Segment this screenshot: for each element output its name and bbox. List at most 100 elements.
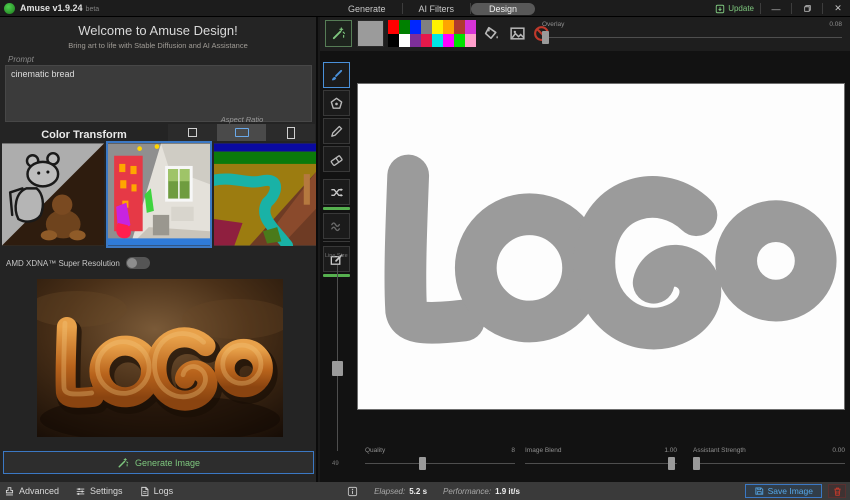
palette-swatch[interactable] (432, 34, 443, 48)
overlay-slider-label: Overlay (542, 21, 564, 28)
close-button[interactable]: ✕ (829, 2, 847, 15)
palette-swatch[interactable] (388, 20, 399, 34)
prompt-label: Prompt (8, 55, 34, 64)
palette-swatch[interactable] (443, 20, 454, 34)
toggle-knob (127, 258, 137, 268)
restore-button[interactable] (798, 2, 816, 15)
palette-swatch[interactable] (465, 34, 476, 48)
shuffle-icon (329, 185, 344, 200)
super-resolution-label: AMD XDNA™ Super Resolution (6, 259, 120, 268)
prompt-input[interactable]: cinematic bread (5, 65, 312, 122)
palette-swatch[interactable] (454, 34, 465, 48)
quality-slider[interactable]: Quality 8 (365, 447, 515, 471)
aspect-ratio-buttons (168, 124, 315, 141)
welcome-subtitle: Bring art to life with Stable Diffusion … (0, 41, 316, 50)
window-separator (791, 3, 792, 14)
elapsed-value: 5.2 s (409, 487, 427, 496)
tab-design[interactable]: Design (471, 3, 535, 15)
advanced-icon (4, 486, 15, 497)
scribble-icon (329, 219, 344, 234)
settings-button[interactable]: Settings (75, 486, 123, 497)
overlay-slider[interactable]: Overlay 0.08 (542, 21, 842, 47)
assistant-strength-slider[interactable]: Assistant Strength 0.00 (693, 447, 845, 471)
pen-tool-button[interactable] (323, 118, 350, 144)
logs-button[interactable]: Logs (139, 486, 174, 497)
eraser-tool-button[interactable] (323, 146, 350, 172)
palette-swatch[interactable] (432, 20, 443, 34)
pencil-icon (329, 124, 344, 139)
assistant-strength-value: 0.00 (832, 447, 845, 454)
quality-handle[interactable] (419, 457, 426, 470)
palette-swatch[interactable] (410, 34, 421, 48)
amuse-app-window: Amuse v1.9.24beta Generate AI Filters De… (0, 0, 850, 500)
polygon-icon (329, 96, 344, 111)
assistant-strength-handle[interactable] (693, 457, 700, 470)
quality-label: Quality (365, 447, 385, 454)
background-image-button[interactable] (506, 22, 528, 44)
palette-swatch[interactable] (410, 20, 421, 34)
bread-logo-image (37, 279, 283, 437)
palette-swatch[interactable] (421, 34, 432, 48)
tool-strip (323, 62, 350, 280)
current-color-swatch[interactable] (357, 20, 384, 47)
tab-ai-filters[interactable]: AI Filters (403, 3, 471, 15)
aspect-square-button[interactable] (168, 124, 217, 141)
shuffle-toggle-button[interactable] (323, 179, 350, 205)
aspect-portrait-button[interactable] (266, 124, 315, 141)
ai-assist-button[interactable] (325, 20, 352, 47)
window-separator (760, 3, 761, 14)
scribble-toggle-button[interactable] (323, 213, 350, 239)
performance-label: Performance: (443, 487, 491, 496)
polygon-tool-button[interactable] (323, 90, 350, 116)
brush-tool-button[interactable] (323, 62, 350, 88)
statusbar: Advanced Settings Logs Elapsed: 5.2 s Pe… (0, 482, 850, 500)
generate-image-button[interactable]: Generate Image (3, 451, 314, 474)
palette-swatch[interactable] (443, 34, 454, 48)
aspect-ratio-label: Aspect Ratio (168, 115, 316, 124)
image-icon (509, 25, 526, 42)
aspect-landscape-button[interactable] (217, 124, 266, 141)
overlay-slider-value: 0.08 (829, 21, 842, 28)
titlebar-right: Update — ✕ (715, 0, 847, 17)
teddy-sketch-vs-photo-image (2, 143, 104, 246)
minimize-button[interactable]: — (767, 2, 785, 15)
left-panel: Welcome to Amuse Design! Bring art to li… (0, 17, 318, 482)
tab-generate[interactable]: Generate (332, 3, 402, 15)
super-resolution-toggle[interactable] (126, 257, 150, 269)
overlay-slider-handle[interactable] (542, 31, 549, 44)
portrait-aspect-icon (287, 127, 295, 139)
advanced-button[interactable]: Advanced (4, 486, 59, 497)
save-image-button[interactable]: Save Image (745, 484, 822, 498)
magic-wand-icon (331, 26, 346, 41)
color-palette (388, 20, 476, 47)
fill-bucket-button[interactable] (480, 22, 502, 44)
shuffle-active-indicator (323, 207, 350, 210)
delete-image-button[interactable] (828, 484, 846, 498)
super-resolution-row: AMD XDNA™ Super Resolution (6, 257, 150, 269)
update-icon (715, 4, 725, 14)
palette-swatch[interactable] (421, 20, 432, 34)
thumbnail-teddy-bear[interactable] (2, 143, 104, 246)
update-button[interactable]: Update (715, 4, 754, 14)
image-blend-handle[interactable] (668, 457, 675, 470)
thumbnail-landscape[interactable] (214, 143, 316, 246)
landscape-segmentation-vs-photo-image (214, 143, 316, 246)
elapsed-label: Elapsed: (374, 487, 405, 496)
line-size-handle[interactable] (332, 361, 343, 376)
image-blend-slider[interactable]: Image Blend 1.00 (525, 447, 677, 471)
palette-swatch[interactable] (399, 34, 410, 48)
main-tabs: Generate AI Filters Design (332, 0, 535, 17)
thumbnail-interior[interactable] (108, 143, 210, 246)
slider-track (693, 463, 845, 464)
info-button[interactable] (347, 486, 358, 497)
palette-swatch[interactable] (388, 34, 399, 48)
palette-swatch[interactable] (465, 20, 476, 34)
generated-image-preview[interactable] (37, 279, 283, 437)
drawing-canvas[interactable] (357, 83, 845, 410)
palette-swatch[interactable] (399, 20, 410, 34)
window-separator (822, 3, 823, 14)
line-size-value: 49 (332, 461, 339, 467)
palette-swatch[interactable] (454, 20, 465, 34)
image-blend-label: Image Blend (525, 447, 562, 454)
line-size-slider[interactable]: Line Size 49 (322, 253, 352, 469)
